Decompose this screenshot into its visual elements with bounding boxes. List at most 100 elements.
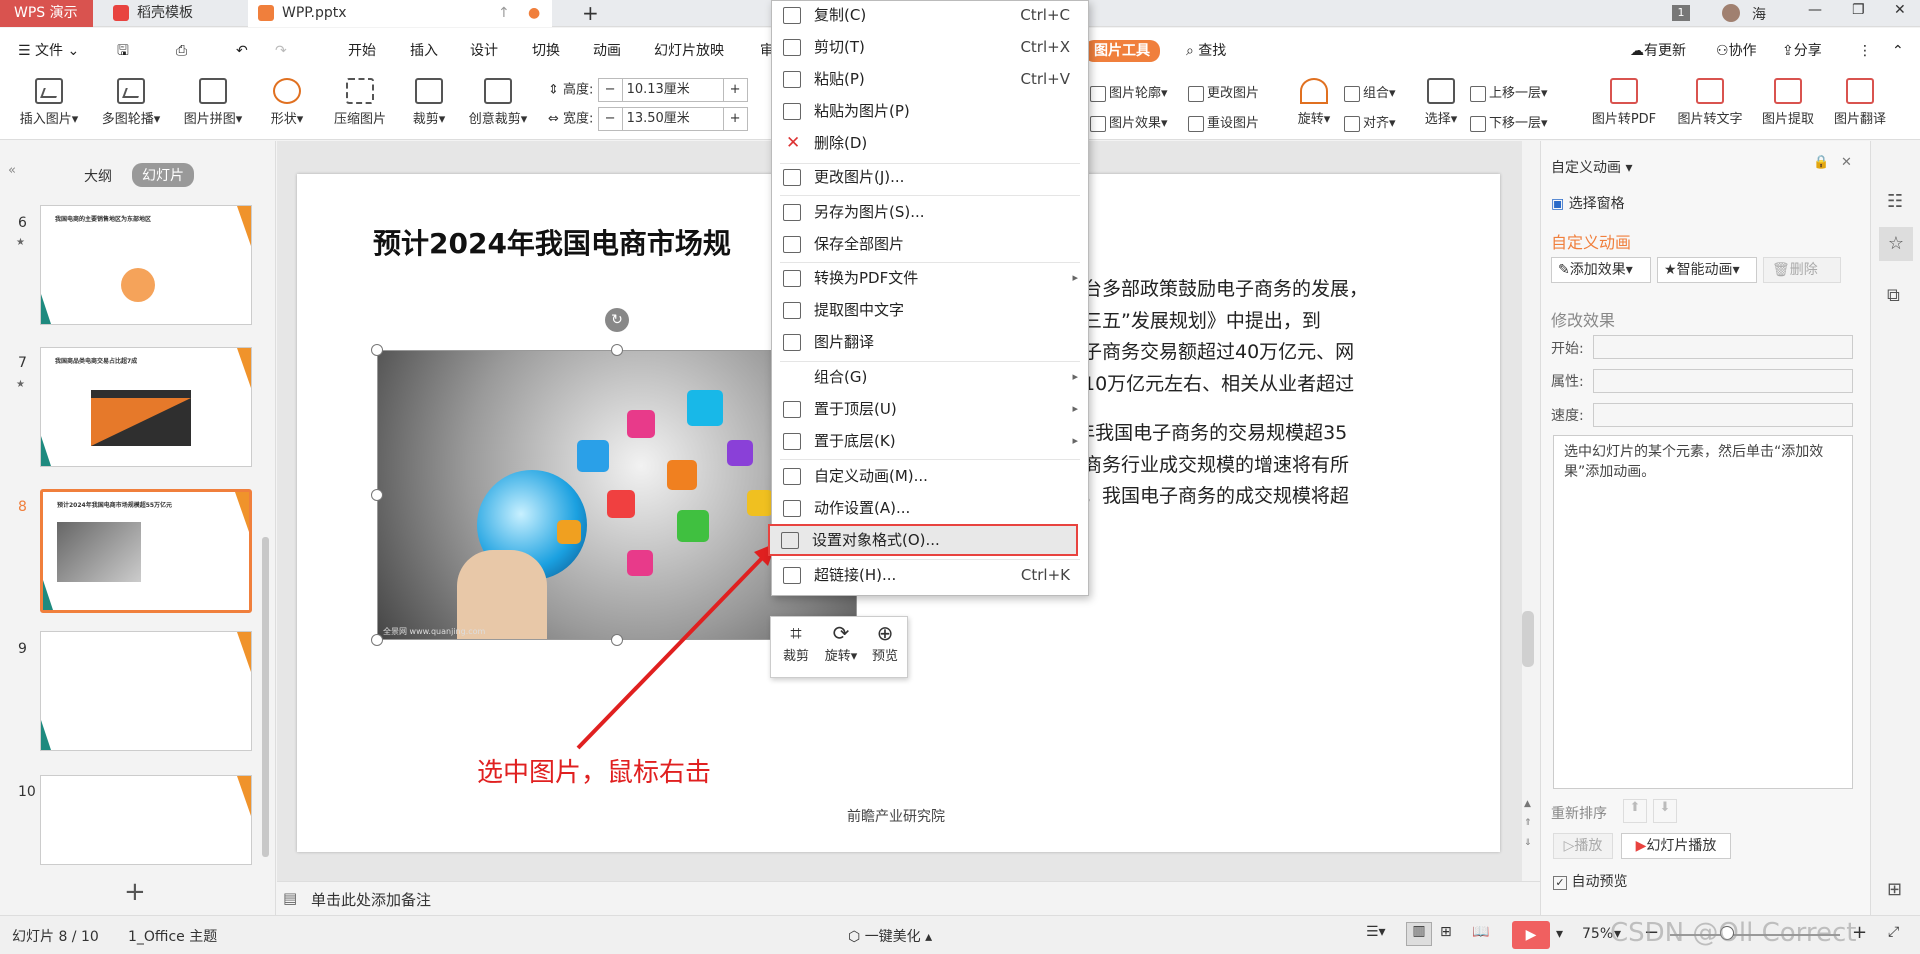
close-icon[interactable]: ✕ [1894, 2, 1906, 18]
mini-preview-button[interactable]: ⊕ 预览 [865, 621, 905, 664]
outline-button[interactable]: 图片轮廓▾ [1090, 82, 1168, 102]
rotate-handle-icon[interactable]: ↻ [605, 308, 629, 332]
collab-button[interactable]: ⚇协作 [1716, 40, 1757, 62]
slide-title[interactable]: 预计2024年我国电商市场规 [373, 222, 731, 262]
slide-thumbnail[interactable] [40, 631, 252, 751]
height-increase[interactable]: + [722, 79, 747, 101]
reading-view-icon[interactable]: 📖 [1472, 924, 1489, 940]
beautify-button[interactable]: ⬡ 一键美化 ▴ [848, 926, 932, 946]
more-icon[interactable]: ⋮ [1858, 40, 1872, 62]
notes-area[interactable]: ▤ 单击此处添加备注 [277, 881, 1540, 915]
tab-wps-app[interactable]: WPS 演示 [0, 0, 93, 27]
quick-print-icon[interactable]: ⎙ [176, 40, 187, 62]
menu-tab-transition[interactable]: 切换 [532, 40, 560, 62]
crop-button[interactable]: 裁剪▾ [406, 78, 452, 127]
avatar[interactable] [1722, 4, 1740, 22]
minimize-icon[interactable]: — [1808, 2, 1822, 18]
picture-collage-button[interactable]: 图片拼图▾ [174, 78, 252, 127]
resize-handle[interactable] [371, 634, 383, 646]
align-button[interactable]: 对齐▾ [1344, 112, 1396, 132]
upload-icon[interactable]: ↑ [498, 0, 510, 27]
menu-item-paste[interactable]: 粘贴(P) Ctrl+V [772, 65, 1088, 97]
smart-animation-button[interactable]: ★智能动画▾ [1657, 257, 1757, 283]
slide-thumbnail-selected[interactable]: 预计2024年我国电商市场规模超55万亿元 [40, 489, 252, 613]
zoom-level[interactable]: 75% [1582, 926, 1613, 942]
menu-item-paste-as-picture[interactable]: 粘贴为图片(P) [772, 97, 1088, 129]
redo-icon[interactable]: ↷ [275, 40, 287, 62]
notes-toggle-icon[interactable]: ☰▾ [1366, 924, 1386, 940]
menu-item-format-object[interactable]: 设置对象格式(O)... [768, 524, 1078, 556]
play-slideshow-button[interactable]: ▶ [1512, 921, 1550, 949]
transition-icon[interactable]: ⧉ [1887, 285, 1900, 306]
menu-item-save-as-picture[interactable]: 另存为图片(S)... [772, 198, 1088, 230]
play-button[interactable]: ▷播放 [1553, 833, 1613, 859]
menu-item-group[interactable]: 组合(G) ▸ [772, 363, 1088, 395]
scroll-up-icon[interactable]: ▲ [1524, 799, 1531, 809]
change-picture-button[interactable]: 更改图片 [1188, 82, 1259, 102]
creative-crop-button[interactable]: 创意裁剪▾ [460, 78, 536, 127]
add-slide-button[interactable]: + [124, 877, 146, 907]
menu-item-custom-animation[interactable]: 自定义动画(M)... [772, 462, 1088, 494]
slide-thumbnail[interactable] [40, 775, 252, 865]
fit-window-icon[interactable]: ⤢ [1888, 924, 1899, 940]
height-decrease[interactable]: − [599, 79, 623, 101]
menu-item-cut[interactable]: 剪切(T) Ctrl+X [772, 33, 1088, 65]
start-select[interactable] [1593, 335, 1853, 359]
move-down-icon[interactable]: ⬇ [1653, 799, 1677, 823]
slideshow-button[interactable]: ▶幻灯片播放 [1621, 833, 1731, 859]
animation-star-icon[interactable]: ☆ [1879, 227, 1913, 261]
menu-tab-start[interactable]: 开始 [348, 40, 376, 62]
send-backward-button[interactable]: 下移一层▾ [1470, 112, 1548, 132]
menu-item-convert-pdf[interactable]: 转换为PDF文件 ▸ [772, 264, 1088, 296]
resize-handle[interactable] [371, 489, 383, 501]
shape-button[interactable]: 形状▾ [264, 78, 310, 127]
menu-tab-insert[interactable]: 插入 [410, 40, 438, 62]
next-slide-icon[interactable]: ⇓ [1524, 838, 1532, 848]
reset-picture-button[interactable]: 重设图片 [1188, 112, 1259, 132]
menu-item-action-settings[interactable]: 动作设置(A)... [772, 494, 1088, 526]
height-input[interactable]: −10.13厘米 + [597, 78, 748, 102]
tab-slides[interactable]: 幻灯片 [132, 163, 194, 187]
normal-view-icon[interactable]: ▥ [1406, 922, 1432, 946]
add-effect-button[interactable]: ✎添加效果▾ [1551, 257, 1651, 283]
menu-item-delete[interactable]: ✕ 删除(D) [772, 129, 1088, 161]
user-name[interactable]: 海 [1752, 4, 1766, 24]
group-button[interactable]: 组合▾ [1344, 82, 1396, 102]
compress-button[interactable]: 压缩图片 [326, 78, 394, 127]
grid-apps-icon[interactable]: ⊞ [1887, 879, 1902, 900]
delete-effect-button[interactable]: 🗑删除 [1763, 257, 1841, 283]
menu-tab-picture-tools[interactable]: 图片工具 [1084, 40, 1160, 62]
tab-outline[interactable]: 大纲 [84, 166, 112, 186]
slide-thumbnail[interactable]: 我国商品类电商交易占比超7成 [40, 347, 252, 467]
move-up-icon[interactable]: ⬆ [1623, 799, 1647, 823]
width-increase[interactable]: + [722, 108, 747, 130]
speed-select[interactable] [1593, 403, 1853, 427]
theme-name[interactable]: 1_Office 主题 [128, 926, 217, 946]
to-pdf-button[interactable]: 图片转PDF [1584, 78, 1664, 127]
collapse-panel-icon[interactable]: « [8, 163, 16, 178]
select-button[interactable]: 选择▾ [1418, 78, 1464, 127]
restore-icon[interactable]: ❐ [1852, 2, 1865, 18]
rotate-button[interactable]: 旋转▾ [1290, 78, 1338, 127]
properties-icon[interactable]: ☷ [1887, 191, 1903, 212]
undo-icon[interactable]: ↶ [236, 40, 248, 62]
resize-handle[interactable] [611, 634, 623, 646]
translate-button[interactable]: 图片翻译 [1826, 78, 1894, 127]
resize-handle[interactable] [611, 344, 623, 356]
slideshow-dropdown-icon[interactable]: ▾ [1556, 926, 1563, 942]
menu-tab-animation[interactable]: 动画 [593, 40, 621, 62]
menu-item-bring-to-front[interactable]: 置于顶层(U) ▸ [772, 395, 1088, 427]
prev-slide-icon[interactable]: ⇑ [1524, 818, 1532, 828]
canvas-scrollbar[interactable] [1522, 611, 1534, 667]
new-tab-button[interactable]: + [572, 0, 599, 27]
animation-list[interactable]: 选中幻灯片的某个元素，然后单击“添加效果”添加动画。 [1553, 435, 1853, 789]
update-button[interactable]: ☁有更新 [1630, 40, 1686, 62]
menu-item-copy[interactable]: 复制(C) Ctrl+C [772, 1, 1088, 33]
insert-picture-button[interactable]: 插入图片▾ [10, 78, 88, 127]
select-pane-link[interactable]: ▣ 选择窗格 [1551, 193, 1625, 213]
mini-crop-button[interactable]: ⌗ 裁剪 [777, 621, 815, 664]
width-decrease[interactable]: − [599, 108, 623, 130]
resize-handle[interactable] [371, 344, 383, 356]
slide-thumbnail[interactable]: 我国电商的主要销售地区为东部地区 [40, 205, 252, 325]
thumbnail-scrollbar[interactable] [262, 537, 269, 857]
